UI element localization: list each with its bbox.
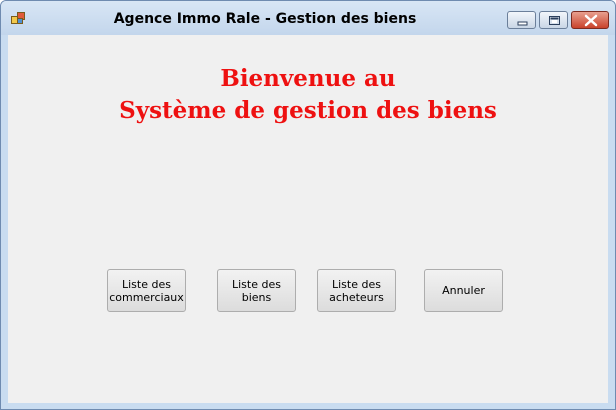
minimize-button[interactable]	[507, 11, 536, 29]
welcome-heading: Bienvenue au Système de gestion des bien…	[8, 63, 608, 127]
window-title: Agence Immo Rale - Gestion des biens	[113, 11, 417, 27]
close-icon	[584, 14, 598, 27]
app-window: Agence Immo Rale - Gestion des biens Bie…	[0, 0, 616, 410]
properties-list-button[interactable]: Liste des biens	[217, 269, 296, 312]
buyers-list-button[interactable]: Liste des acheteurs	[317, 269, 396, 312]
maximize-icon	[549, 16, 560, 25]
welcome-heading-line1: Bienvenue au	[220, 65, 396, 92]
maximize-button[interactable]	[539, 11, 568, 29]
cancel-button-label: Annuler	[442, 284, 485, 297]
cancel-button[interactable]: Annuler	[424, 269, 503, 312]
title-bar[interactable]: Agence Immo Rale - Gestion des biens	[1, 1, 615, 35]
close-button[interactable]	[571, 11, 609, 29]
commercials-list-button[interactable]: Liste des commerciaux	[107, 269, 186, 312]
welcome-heading-line2: Système de gestion des biens	[119, 97, 497, 124]
minimize-icon	[517, 21, 528, 26]
commercials-list-button-label: Liste des commerciaux	[109, 277, 184, 304]
properties-list-button-label: Liste des biens	[232, 277, 281, 304]
form-client-area: Bienvenue au Système de gestion des bien…	[8, 35, 608, 403]
buyers-list-button-label: Liste des acheteurs	[329, 277, 384, 304]
